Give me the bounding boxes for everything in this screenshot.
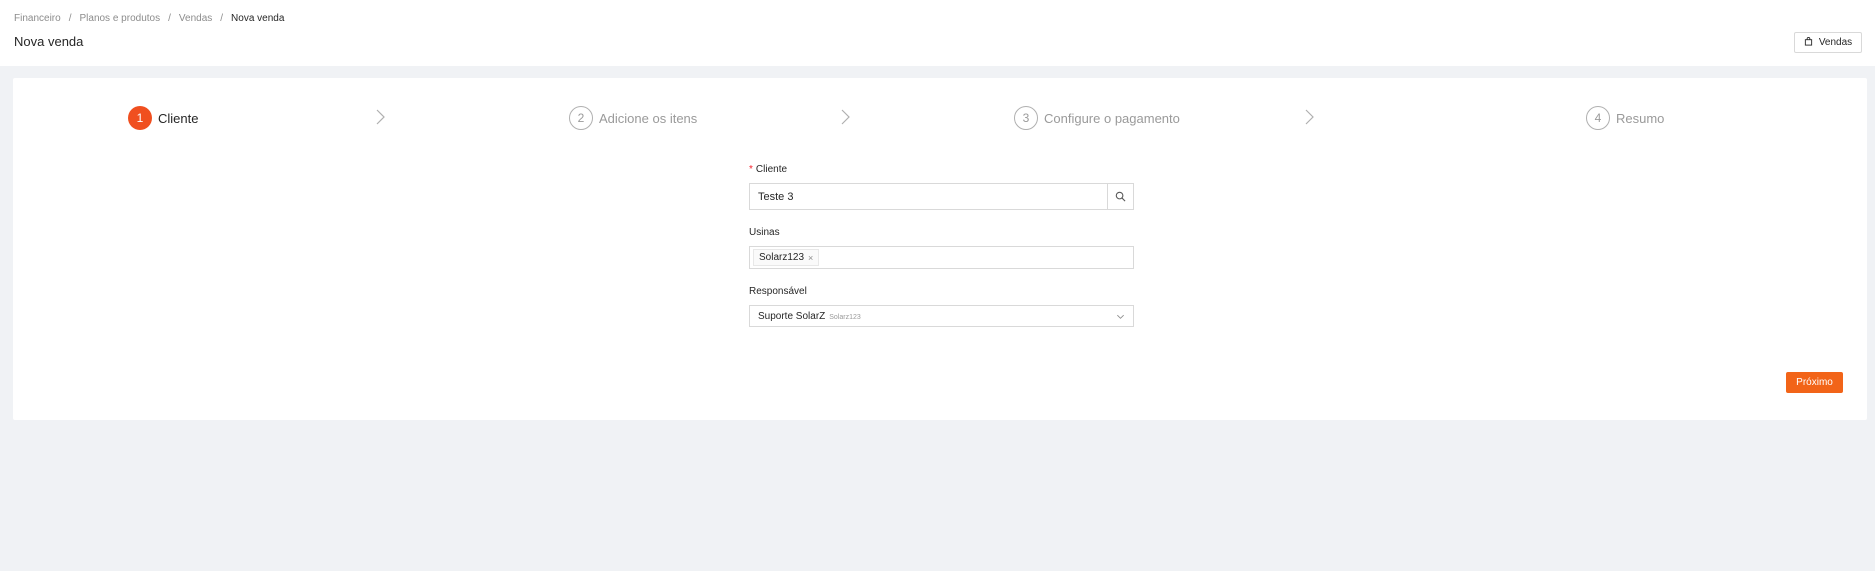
step-number: 1	[128, 106, 152, 130]
breadcrumb-planos-produtos[interactable]: Planos e produtos	[79, 13, 160, 24]
step-adicione-itens: 2 Adicione os itens	[569, 106, 697, 130]
vendas-button-label: Vendas	[1818, 37, 1853, 48]
responsavel-select[interactable]: Suporte SolarZ Solarz123	[749, 305, 1134, 327]
step-number: 4	[1586, 106, 1610, 130]
chevron-right-icon	[1305, 109, 1314, 125]
cliente-label-text: Cliente	[755, 163, 788, 175]
chevron-right-icon	[376, 109, 385, 125]
shopping-bag-icon	[1804, 36, 1813, 49]
cliente-label: * Cliente	[749, 162, 1134, 176]
vendas-button[interactable]: Vendas	[1794, 32, 1862, 53]
search-icon	[1115, 191, 1126, 202]
step-cliente: 1 Cliente	[128, 106, 198, 130]
page-header: Financeiro / Planos e produtos / Vendas …	[0, 0, 1875, 66]
breadcrumb-separator: /	[168, 13, 171, 24]
chevron-down-icon	[1117, 314, 1124, 319]
required-mark: *	[749, 163, 753, 175]
responsavel-label: Responsável	[749, 285, 807, 297]
next-button[interactable]: Próximo	[1786, 372, 1843, 393]
cliente-search-group: Teste 3	[749, 183, 1134, 210]
usina-tag-label: Solarz123	[759, 252, 805, 263]
responsavel-sub-value: Solarz123	[829, 313, 861, 321]
sale-wizard-card: 1 Cliente 2 Adicione os itens 3 Configur…	[13, 78, 1867, 420]
chevron-right-icon	[841, 109, 850, 125]
breadcrumb: Financeiro / Planos e produtos / Vendas …	[14, 13, 284, 24]
responsavel-value: Suporte SolarZ	[758, 310, 826, 322]
step-label: Adicione os itens	[599, 110, 698, 126]
step-configure-pagamento: 3 Configure o pagamento	[1014, 106, 1180, 130]
page-title: Nova venda	[14, 34, 84, 49]
step-number: 2	[569, 106, 593, 130]
step-label: Configure o pagamento	[1044, 110, 1180, 126]
step-number: 3	[1014, 106, 1038, 130]
step-label: Resumo	[1616, 110, 1665, 126]
breadcrumb-financeiro[interactable]: Financeiro	[14, 13, 61, 24]
step-resumo: 4 Resumo	[1586, 106, 1664, 130]
breadcrumb-separator: /	[220, 13, 224, 24]
usinas-tags-input[interactable]: Solarz123 ×	[749, 246, 1134, 269]
remove-tag-icon[interactable]: ×	[808, 253, 813, 263]
cliente-input[interactable]: Teste 3	[749, 183, 1107, 210]
usinas-label: Usinas	[749, 226, 780, 238]
step-label: Cliente	[158, 110, 199, 126]
usina-tag: Solarz123 ×	[753, 249, 820, 266]
breadcrumb-separator: /	[68, 13, 72, 24]
breadcrumb-vendas[interactable]: Vendas	[179, 13, 212, 24]
breadcrumb-nova-venda: Nova venda	[231, 13, 285, 24]
client-form: * Cliente Teste 3 Usinas Solarz123 × Res…	[749, 162, 1134, 327]
cliente-search-button[interactable]	[1107, 183, 1134, 210]
